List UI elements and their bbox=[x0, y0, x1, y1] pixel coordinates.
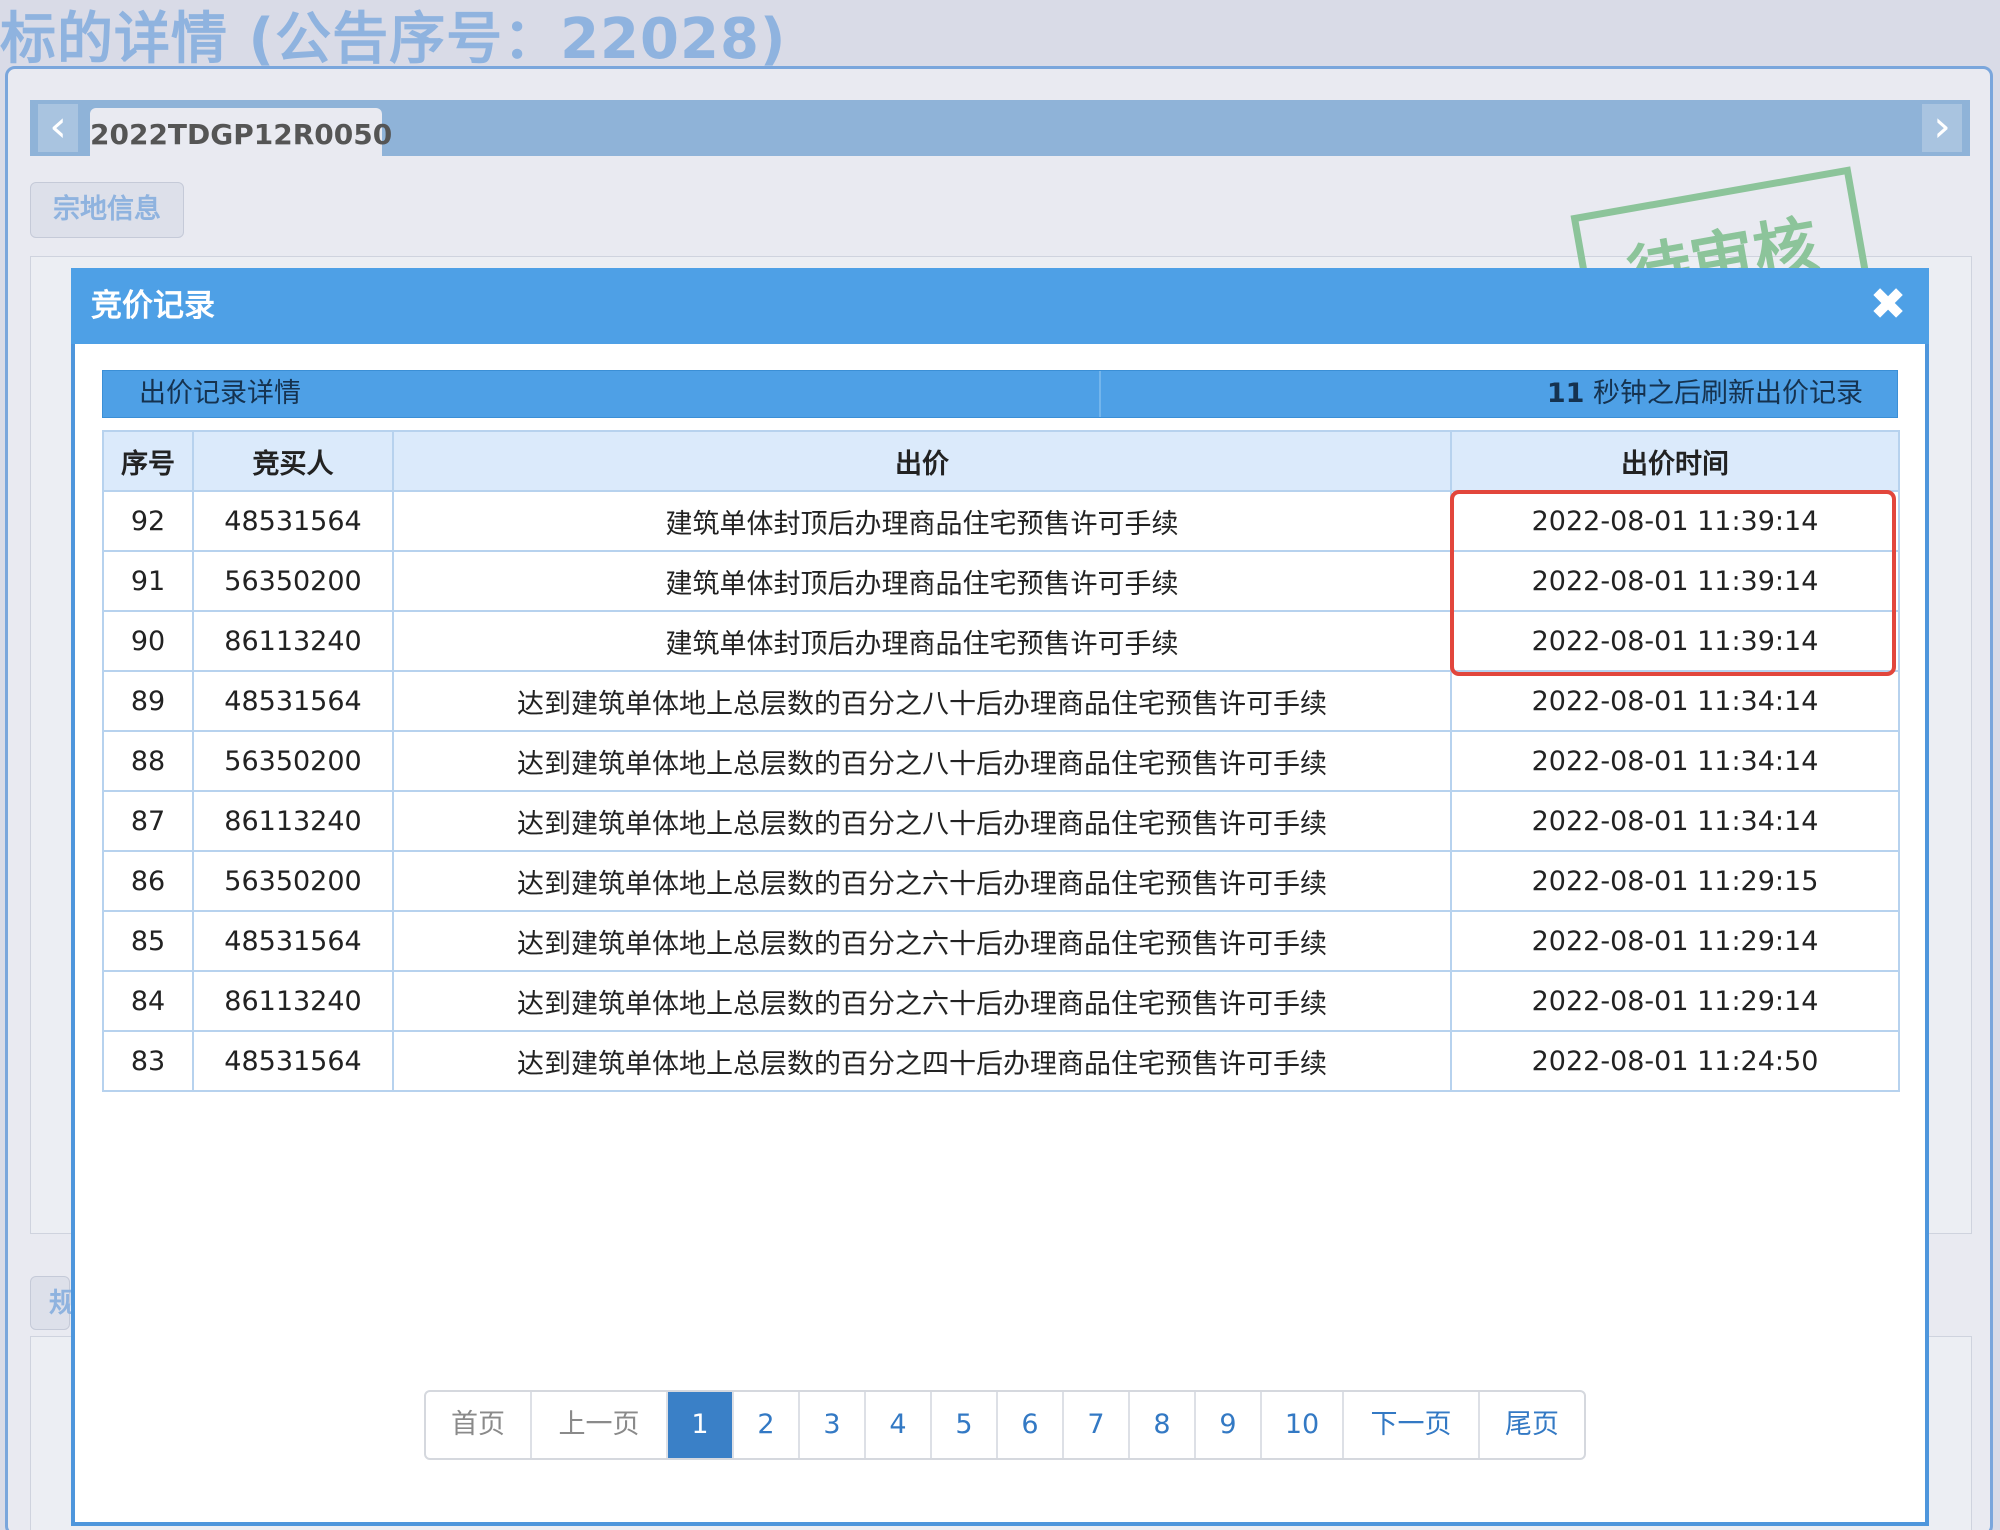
bid-records-table: 序号 竞买人 出价 出价时间 92 48531564 建筑单体封顶后办理商品住宅预售… bbox=[102, 430, 1900, 1092]
cell-bidder: 56350200 bbox=[192, 550, 394, 612]
subtab-partial[interactable]: 规 bbox=[30, 1276, 76, 1330]
page-next-button[interactable]: 下一页 bbox=[1344, 1392, 1480, 1458]
page-button-2[interactable]: 2 bbox=[734, 1392, 800, 1458]
cell-no: 85 bbox=[102, 910, 194, 972]
cell-bidder: 86113240 bbox=[192, 970, 394, 1032]
cell-no: 91 bbox=[102, 550, 194, 612]
cell-bid: 达到建筑单体地上总层数的百分之六十后办理商品住宅预售许可手续 bbox=[392, 910, 1452, 972]
cell-time: 2022-08-01 11:29:15 bbox=[1450, 850, 1900, 912]
cell-bidder: 86113240 bbox=[192, 790, 394, 852]
header-time: 出价时间 bbox=[1450, 430, 1900, 492]
cell-time: 2022-08-01 11:29:14 bbox=[1450, 910, 1900, 972]
cell-bidder: 56350200 bbox=[192, 730, 394, 792]
cell-bidder: 48531564 bbox=[192, 490, 394, 552]
cell-bidder: 48531564 bbox=[192, 1030, 394, 1092]
modal-title: 竞价记录 bbox=[91, 288, 215, 324]
page-button-9[interactable]: 9 bbox=[1196, 1392, 1262, 1458]
table-row: 87 86113240 达到建筑单体地上总层数的百分之八十后办理商品住宅预售许可手续… bbox=[102, 790, 1900, 852]
page-button-4[interactable]: 4 bbox=[866, 1392, 932, 1458]
page-button-5[interactable]: 5 bbox=[932, 1392, 998, 1458]
page-button-10[interactable]: 10 bbox=[1262, 1392, 1344, 1458]
page-button-6[interactable]: 6 bbox=[998, 1392, 1064, 1458]
records-heading: 出价记录详情 bbox=[139, 378, 301, 409]
cell-no: 84 bbox=[102, 970, 194, 1032]
cell-bid: 达到建筑单体地上总层数的百分之八十后办理商品住宅预售许可手续 bbox=[392, 730, 1452, 792]
table-row: 92 48531564 建筑单体封顶后办理商品住宅预售许可手续 2022-08-01 … bbox=[102, 490, 1900, 552]
tab-lot[interactable]: 2022TDGP12R0050 bbox=[90, 108, 392, 156]
records-bar: 出价记录详情 11 秒钟之后刷新出价记录 bbox=[102, 370, 1898, 418]
subtab-parcel-info[interactable]: 宗地信息 bbox=[30, 182, 184, 238]
header-bidder: 竞买人 bbox=[192, 430, 394, 492]
cell-time: 2022-08-01 11:34:14 bbox=[1450, 670, 1900, 732]
cell-time: 2022-08-01 11:39:14 bbox=[1450, 610, 1900, 672]
cell-no: 92 bbox=[102, 490, 194, 552]
refresh-text: 秒钟之后刷新出价记录 bbox=[1584, 378, 1863, 409]
refresh-seconds: 11 bbox=[1546, 378, 1585, 409]
cell-time: 2022-08-01 11:39:14 bbox=[1450, 550, 1900, 612]
page-title: 标的详情 (公告序号：22028) bbox=[0, 7, 787, 72]
header-no: 序号 bbox=[102, 430, 194, 492]
records-bar-divider bbox=[1099, 371, 1101, 417]
cell-no: 88 bbox=[102, 730, 194, 792]
cell-bid: 建筑单体封顶后办理商品住宅预售许可手续 bbox=[392, 490, 1452, 552]
cell-bid: 达到建筑单体地上总层数的百分之四十后办理商品住宅预售许可手续 bbox=[392, 1030, 1452, 1092]
cell-time: 2022-08-01 11:34:14 bbox=[1450, 790, 1900, 852]
table-row: 90 86113240 建筑单体封顶后办理商品住宅预售许可手续 2022-08-01 … bbox=[102, 610, 1900, 672]
cell-bidder: 56350200 bbox=[192, 850, 394, 912]
table-header-row: 序号 竞买人 出价 出价时间 bbox=[102, 430, 1900, 492]
cell-bid: 达到建筑单体地上总层数的百分之六十后办理商品住宅预售许可手续 bbox=[392, 850, 1452, 912]
cell-bid: 达到建筑单体地上总层数的百分之八十后办理商品住宅预售许可手续 bbox=[392, 670, 1452, 732]
refresh-countdown: 11 秒钟之后刷新出价记录 bbox=[1547, 371, 1863, 417]
page-button-8[interactable]: 8 bbox=[1130, 1392, 1196, 1458]
cell-bid: 建筑单体封顶后办理商品住宅预售许可手续 bbox=[392, 610, 1452, 672]
cell-bidder: 48531564 bbox=[192, 910, 394, 972]
cell-time: 2022-08-01 11:29:14 bbox=[1450, 970, 1900, 1032]
cell-bidder: 48531564 bbox=[192, 670, 394, 732]
cell-no: 87 bbox=[102, 790, 194, 852]
table-row: 84 86113240 达到建筑单体地上总层数的百分之六十后办理商品住宅预售许可手续… bbox=[102, 970, 1900, 1032]
table-row: 83 48531564 达到建筑单体地上总层数的百分之四十后办理商品住宅预售许可手续… bbox=[102, 1030, 1900, 1092]
table-row: 91 56350200 建筑单体封顶后办理商品住宅预售许可手续 2022-08-01 … bbox=[102, 550, 1900, 612]
page-button-1[interactable]: 1 bbox=[668, 1392, 734, 1458]
table-row: 85 48531564 达到建筑单体地上总层数的百分之六十后办理商品住宅预售许可手续… bbox=[102, 910, 1900, 972]
cell-time: 2022-08-01 11:24:50 bbox=[1450, 1030, 1900, 1092]
cell-bid: 达到建筑单体地上总层数的百分之六十后办理商品住宅预售许可手续 bbox=[392, 970, 1452, 1032]
cell-no: 83 bbox=[102, 1030, 194, 1092]
modal-header: 竞价记录 ✖ bbox=[71, 268, 1929, 344]
tab-scroll-right-icon[interactable]: › bbox=[1922, 104, 1962, 152]
cell-time: 2022-08-01 11:39:14 bbox=[1450, 490, 1900, 552]
page-button-3[interactable]: 3 bbox=[800, 1392, 866, 1458]
pagination: 首页 上一页 1 2 3 4 5 6 7 8 9 10 下一页 尾页 bbox=[424, 1390, 1586, 1460]
cell-bid: 达到建筑单体地上总层数的百分之八十后办理商品住宅预售许可手续 bbox=[392, 790, 1452, 852]
cell-bid: 建筑单体封顶后办理商品住宅预售许可手续 bbox=[392, 550, 1452, 612]
cell-bidder: 86113240 bbox=[192, 610, 394, 672]
cell-time: 2022-08-01 11:34:14 bbox=[1450, 730, 1900, 792]
tab-scroll-left-icon[interactable]: ‹ bbox=[38, 104, 78, 152]
page-prev-button[interactable]: 上一页 bbox=[532, 1392, 668, 1458]
cell-no: 90 bbox=[102, 610, 194, 672]
cell-no: 89 bbox=[102, 670, 194, 732]
header-bid: 出价 bbox=[392, 430, 1452, 492]
close-icon[interactable]: ✖ bbox=[1863, 280, 1913, 330]
table-row: 86 56350200 达到建筑单体地上总层数的百分之六十后办理商品住宅预售许可手续… bbox=[102, 850, 1900, 912]
table-row: 88 56350200 达到建筑单体地上总层数的百分之八十后办理商品住宅预售许可手续… bbox=[102, 730, 1900, 792]
cell-no: 86 bbox=[102, 850, 194, 912]
page-first-button[interactable]: 首页 bbox=[426, 1392, 532, 1458]
table-row: 89 48531564 达到建筑单体地上总层数的百分之八十后办理商品住宅预售许可手续… bbox=[102, 670, 1900, 732]
page-last-button[interactable]: 尾页 bbox=[1480, 1392, 1584, 1458]
page-button-7[interactable]: 7 bbox=[1064, 1392, 1130, 1458]
